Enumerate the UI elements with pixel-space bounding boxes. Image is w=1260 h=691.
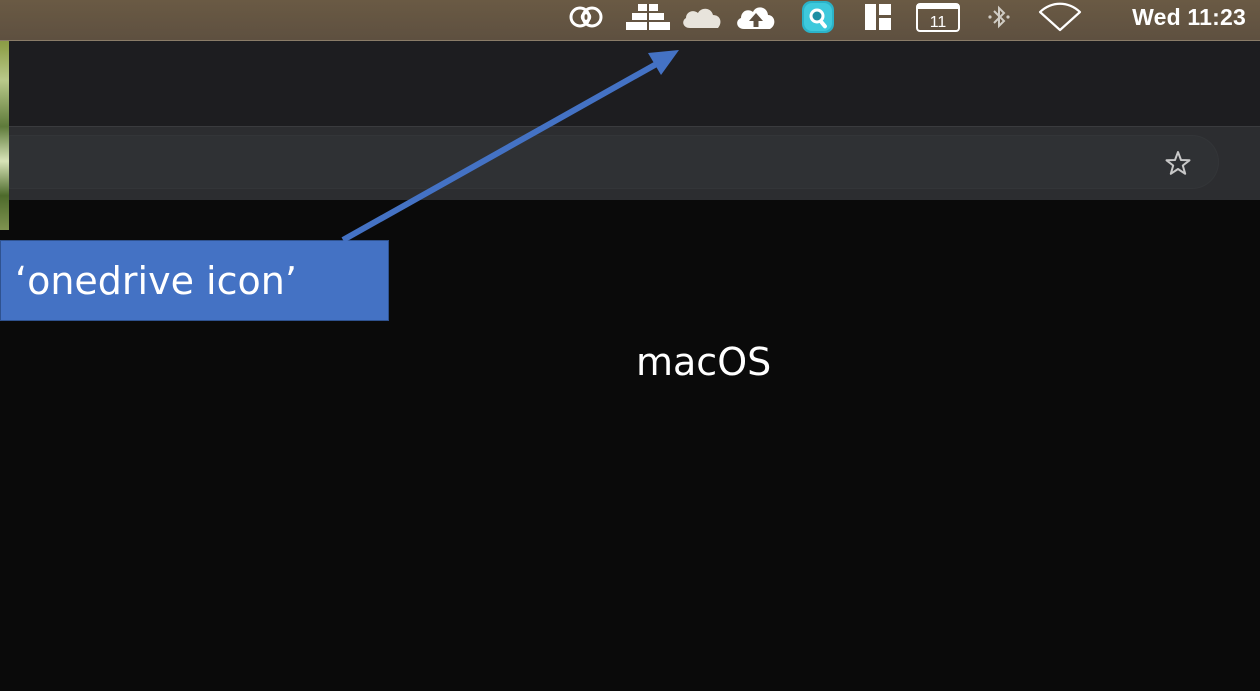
quicklook-search-icon[interactable] [798, 0, 838, 34]
browser-tab-strip [9, 41, 1260, 126]
wifi-icon[interactable] [1036, 0, 1084, 34]
os-label: macOS [636, 340, 772, 384]
menubar-clock[interactable]: Wed 11:23 [1132, 0, 1246, 34]
annotation-callout: ‘onedrive icon’ [0, 240, 389, 321]
bluetooth-icon[interactable] [984, 0, 1014, 34]
address-bar[interactable] [9, 135, 1219, 189]
screenshot: 11 Wed 11:23 macOS ‘onedrive icon’ [0, 0, 1260, 691]
browser-toolbar [9, 126, 1260, 201]
callout-text: ‘onedrive icon’ [15, 258, 297, 303]
onedrive-icon[interactable] [680, 0, 724, 34]
window-manager-icon[interactable] [861, 0, 895, 34]
parallels-icon[interactable] [626, 0, 670, 34]
cloud-upload-icon[interactable] [734, 0, 778, 34]
creative-cloud-icon[interactable] [566, 0, 606, 34]
calendar-day-text: 11 [930, 14, 947, 31]
menu-bar: 11 Wed 11:23 [0, 0, 1260, 41]
calendar-icon[interactable]: 11 [914, 0, 962, 34]
star-icon[interactable] [1163, 148, 1193, 178]
